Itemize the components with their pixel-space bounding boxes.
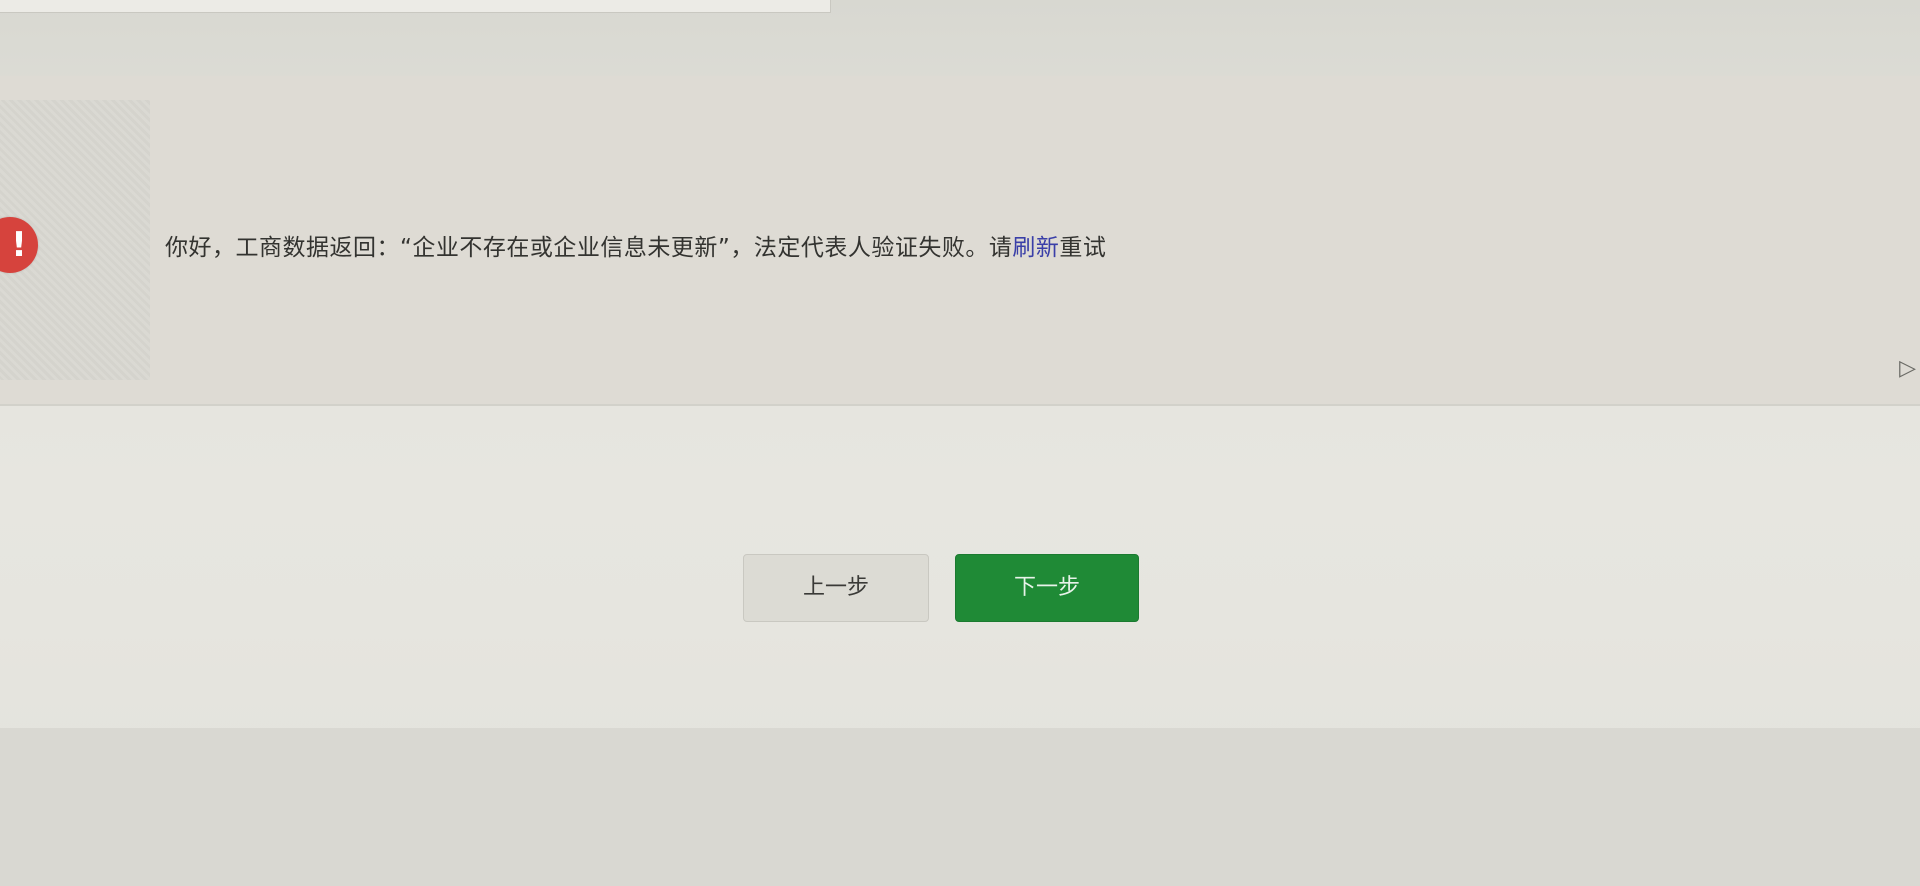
previous-step-button[interactable]: 上一步 <box>743 554 929 622</box>
top-input-field[interactable] <box>0 0 831 13</box>
error-message-suffix: 重试 <box>1059 235 1107 261</box>
page: ! 你好，工商数据返回：“企业不存在或企业信息未更新”，法定代表人验证失败。请刷… <box>0 0 1920 886</box>
refresh-link[interactable]: 刷新 <box>1012 235 1059 261</box>
error-message-text: 你好，工商数据返回：“企业不存在或企业信息未更新”，法定代表人验证失败。请 <box>165 235 1013 261</box>
footer-area <box>0 728 1920 886</box>
error-message: 你好，工商数据返回：“企业不存在或企业信息未更新”，法定代表人验证失败。请刷新重… <box>165 228 1106 262</box>
step-buttons: 上一步 下一步 <box>0 554 1920 622</box>
next-step-button[interactable]: 下一步 <box>955 554 1139 622</box>
panel-divider <box>0 404 1920 406</box>
mouse-cursor-icon: ▷ <box>1899 356 1916 381</box>
